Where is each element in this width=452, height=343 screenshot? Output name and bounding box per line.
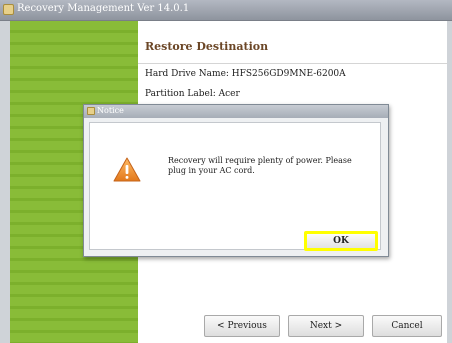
partition-label: Partition Label: Acer [145, 89, 240, 99]
ok-button[interactable]: OK [304, 231, 378, 251]
recovery-window: Recovery Management Ver 14.0.1 Restore D… [0, 0, 452, 343]
next-button[interactable]: Next > [288, 315, 364, 337]
previous-button[interactable]: < Previous [204, 315, 280, 337]
notice-dialog: Notice Recovery will require plenty of p… [83, 104, 389, 257]
warning-icon [113, 157, 141, 182]
window-frame-right [447, 21, 452, 343]
cancel-button[interactable]: Cancel [372, 315, 442, 337]
heading-divider [138, 63, 447, 64]
window-title: Recovery Management Ver 14.0.1 [17, 3, 190, 14]
dialog-body: Recovery will require plenty of power. P… [89, 122, 381, 251]
dialog-title-bar: Notice [84, 105, 388, 118]
window-frame-left [0, 21, 10, 343]
hard-drive-label: Hard Drive Name: HFS256GD9MNE-6200A [145, 69, 346, 79]
dialog-app-icon [87, 107, 95, 115]
dialog-message: Recovery will require plenty of power. P… [168, 156, 352, 175]
page-heading: Restore Destination [145, 40, 269, 53]
app-icon [3, 4, 14, 15]
dialog-title: Notice [97, 106, 124, 115]
title-bar: Recovery Management Ver 14.0.1 [0, 0, 452, 21]
